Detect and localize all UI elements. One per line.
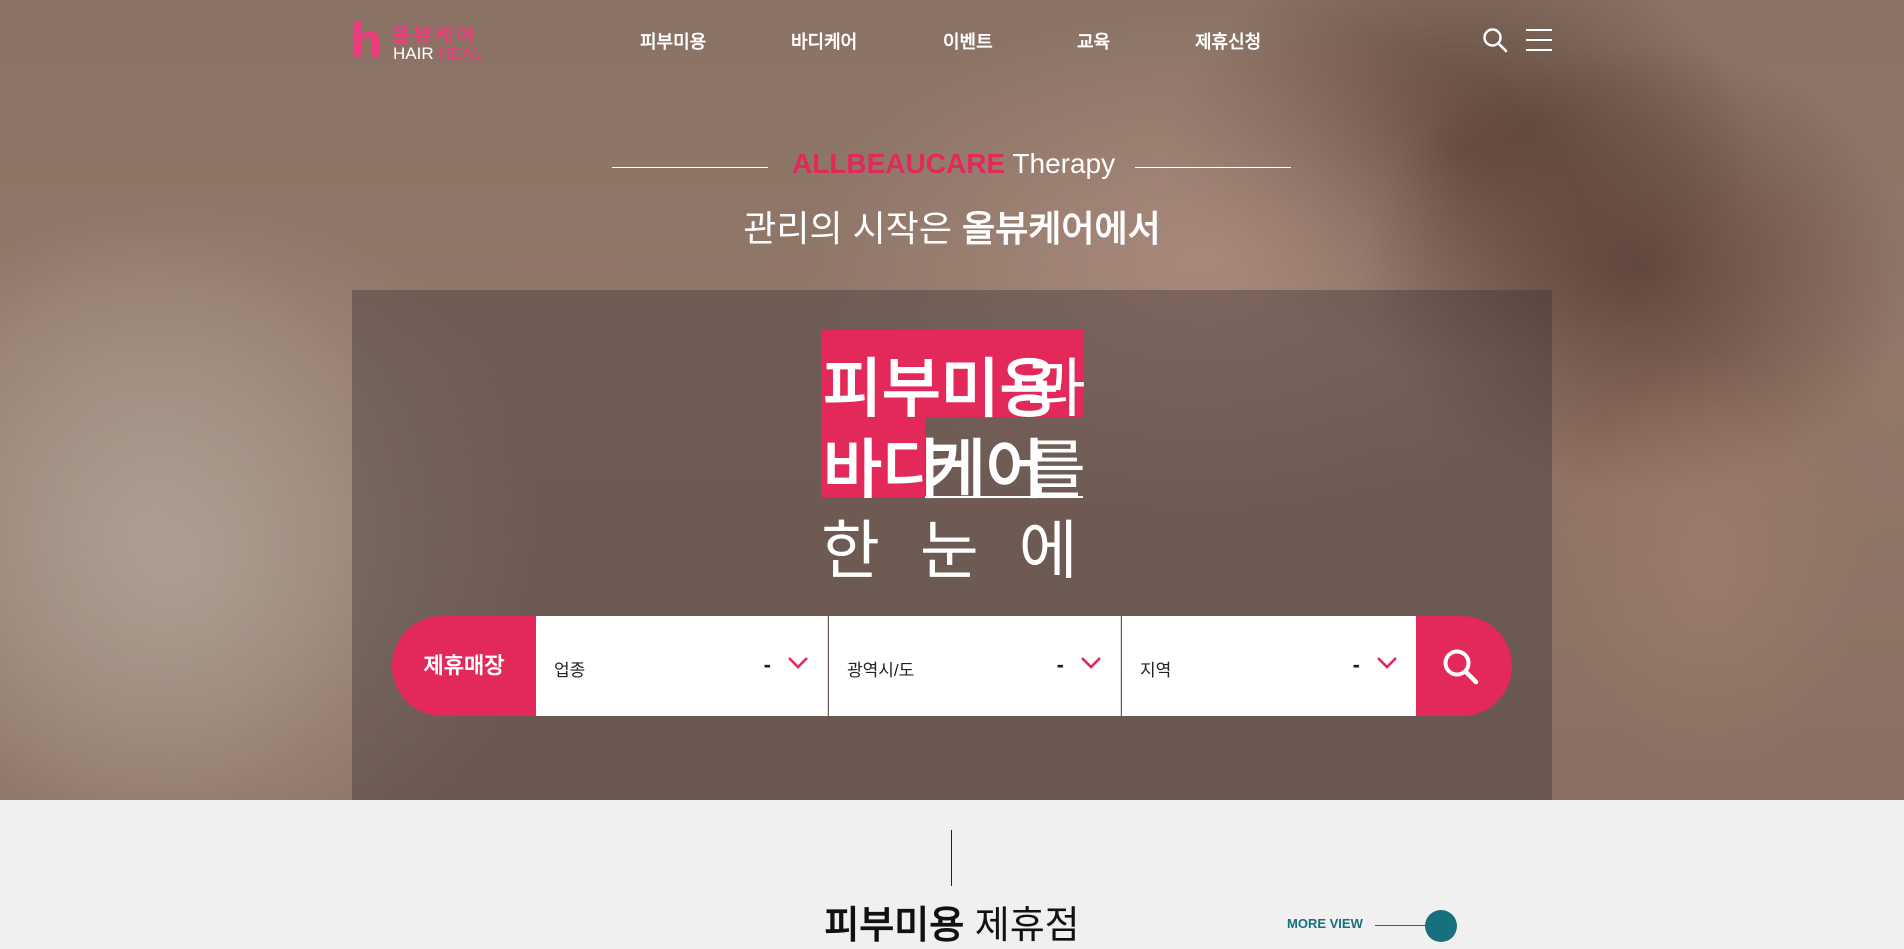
tagline-therapy: Therapy (1012, 148, 1116, 179)
headline-line-1: 피부미용 과 (821, 330, 1086, 425)
select-label: 지역 (1140, 661, 1172, 680)
more-view-dot[interactable] (1425, 910, 1457, 942)
nav-item-education[interactable]: 교육 (1077, 28, 1110, 54)
main-nav: 피부미용 바디케어 이벤트 교육 제휴신청 (0, 28, 1904, 54)
subtitle-normal: 관리의 시작은 (743, 208, 952, 249)
select-label: 광역시/도 (847, 661, 915, 680)
select-province[interactable]: 광역시/도 - (829, 616, 1121, 716)
headline-line-2: 바디 케어 를 (821, 417, 1086, 506)
nav-item-event[interactable]: 이벤트 (943, 28, 993, 54)
more-view-line (1375, 925, 1429, 926)
tagline-text: ALLBEAUCARE Therapy (792, 148, 1115, 180)
chevron-down-icon (788, 657, 808, 669)
select-business-type[interactable]: 업종 - (536, 616, 828, 716)
section-divider (951, 830, 952, 886)
nav-item-partnership[interactable]: 제휴신청 (1195, 28, 1261, 54)
hero-subtitle: 관리의 시작은 올뷰케어에서 (0, 200, 1904, 252)
search-submit-button[interactable] (1416, 616, 1512, 716)
select-region[interactable]: 지역 - (1122, 616, 1416, 716)
select-label: 업종 (554, 661, 586, 680)
headline-2-underline (925, 496, 1083, 498)
chevron-down-icon (1081, 657, 1101, 669)
tagline-brand: ALLBEAUCARE (792, 148, 1006, 179)
subtitle-bold: 올뷰케어에서 (962, 208, 1161, 249)
section-title-normal: 제휴점 (974, 905, 1080, 947)
search-bar-label: 제휴매장 (392, 616, 536, 716)
chevron-down-icon (1377, 657, 1397, 669)
nav-item-skin-care[interactable]: 피부미용 (640, 28, 706, 54)
tagline-divider-right (1135, 167, 1291, 168)
more-view-link[interactable]: MORE VIEW (1287, 916, 1363, 931)
partner-section: 피부미용 제휴점 MORE VIEW (0, 800, 1904, 947)
headline-2-bold-a: 바디 (823, 434, 941, 506)
select-value: - (1352, 652, 1360, 677)
select-value: - (1056, 652, 1064, 677)
store-search-bar: 제휴매장 업종 - 광역시/도 - 지역 - (392, 616, 1512, 716)
section-title: 피부미용 제휴점 (0, 894, 1904, 949)
select-value: - (763, 652, 771, 677)
hero-banner: h 올뷰케어 HAIR HEAL 피부미용 바디케어 이벤트 교육 제휴신청 A… (0, 0, 1904, 800)
section-title-bold: 피부미용 (824, 905, 965, 947)
hamburger-menu-icon[interactable] (1526, 28, 1552, 52)
brand-tagline: ALLBEAUCARE Therapy (0, 148, 1904, 184)
tagline-divider-left (612, 167, 768, 168)
nav-item-body-care[interactable]: 바디케어 (791, 28, 857, 54)
search-icon[interactable] (1482, 27, 1508, 53)
headline-line-3: 한눈에 (821, 515, 1118, 587)
search-icon (1443, 649, 1479, 685)
